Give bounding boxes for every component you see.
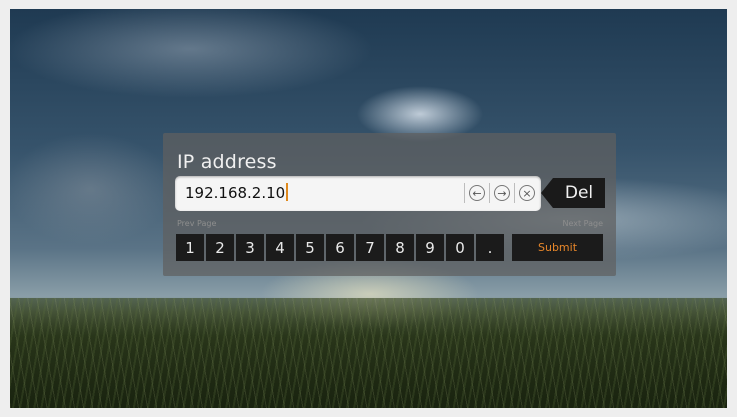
key-5[interactable]: 5 xyxy=(296,234,324,261)
divider xyxy=(489,183,490,203)
tv-screen: IP address 192.168.2.10 ← → × Del Prev P… xyxy=(10,9,727,408)
submit-button[interactable]: Submit xyxy=(512,234,603,261)
arrow-right-circle-icon[interactable]: → xyxy=(494,185,510,201)
key-2[interactable]: 2 xyxy=(206,234,234,261)
key-1[interactable]: 1 xyxy=(176,234,204,261)
keypad: 1 2 3 4 5 6 7 8 9 0 . xyxy=(176,234,506,261)
field-controls: ← → × xyxy=(460,182,535,204)
prev-page-button[interactable]: Prev Page xyxy=(177,219,216,228)
delete-button[interactable]: Del xyxy=(541,178,605,208)
divider xyxy=(464,183,465,203)
arrow-left-circle-icon[interactable]: ← xyxy=(469,185,485,201)
ip-address-input[interactable]: 192.168.2.10 ← → × xyxy=(175,176,541,211)
grass-field-background xyxy=(10,298,727,408)
dialog-title: IP address xyxy=(177,151,277,173)
key-4[interactable]: 4 xyxy=(266,234,294,261)
text-cursor xyxy=(286,183,289,201)
ip-address-value: 192.168.2.10 xyxy=(185,184,286,202)
key-3[interactable]: 3 xyxy=(236,234,264,261)
key-dot[interactable]: . xyxy=(476,234,504,261)
key-0[interactable]: 0 xyxy=(446,234,474,261)
key-8[interactable]: 8 xyxy=(386,234,414,261)
divider xyxy=(514,183,515,203)
clear-x-circle-icon[interactable]: × xyxy=(519,185,535,201)
next-page-button[interactable]: Next Page xyxy=(562,219,603,228)
ip-address-dialog: IP address 192.168.2.10 ← → × Del Prev P… xyxy=(163,133,616,276)
key-7[interactable]: 7 xyxy=(356,234,384,261)
key-9[interactable]: 9 xyxy=(416,234,444,261)
key-6[interactable]: 6 xyxy=(326,234,354,261)
